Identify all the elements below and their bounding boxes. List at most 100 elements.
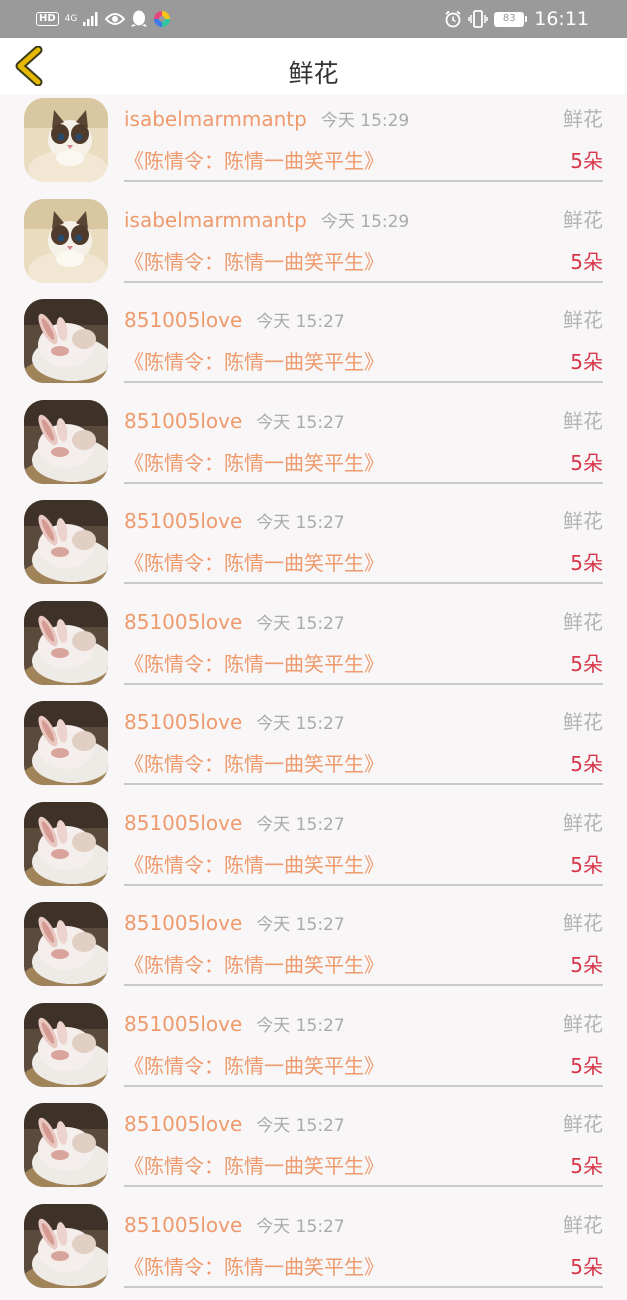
username[interactable]: 851005love今天 15:27: [124, 1109, 345, 1141]
network-badge: 4G: [65, 15, 78, 24]
bunny-avatar[interactable]: [24, 802, 108, 886]
username-text[interactable]: 851005love: [124, 911, 242, 935]
hd-badge: HD: [36, 12, 59, 26]
username[interactable]: 851005love今天 15:27: [124, 707, 345, 739]
username[interactable]: isabelmarmmantp今天 15:29: [124, 205, 409, 237]
username[interactable]: 851005love 今天 15:27: [124, 406, 345, 438]
gift-type-label: 鲜花: [563, 808, 603, 838]
work-title-link[interactable]: 《陈情令：陈情一曲笑平生》: [124, 146, 384, 176]
username[interactable]: 851005love今天 15:27: [124, 808, 345, 840]
eye-icon: [105, 12, 125, 26]
list-item[interactable]: 851005love 今天 15:27 鲜花《陈情令：陈情一曲笑平生》 5朵: [0, 898, 627, 999]
work-title-link[interactable]: 《陈情令：陈情一曲笑平生》: [124, 850, 384, 880]
list-item[interactable]: isabelmarmmantp今天 15:29 鲜花《陈情令：陈情一曲笑平生》 5朵: [0, 195, 627, 296]
gift-count: 5朵: [570, 850, 603, 880]
list-item[interactable]: 851005love今天 15:27鲜花《陈情令：陈情一曲笑平生》5朵: [0, 1099, 627, 1200]
row-divider: [124, 482, 603, 484]
header-bar: 鲜花: [0, 38, 627, 94]
gift-count: 5朵: [570, 247, 603, 277]
username-text[interactable]: isabelmarmmantp: [124, 208, 307, 232]
username[interactable]: isabelmarmmantp今天 15:29: [124, 104, 409, 136]
username-text[interactable]: 851005love: [124, 811, 242, 835]
username-text[interactable]: 851005love: [124, 610, 242, 634]
signal-icon: [83, 12, 99, 26]
row-divider: [124, 180, 603, 182]
username-text[interactable]: isabelmarmmantp: [124, 107, 307, 131]
username[interactable]: 851005love 今天 15:27: [124, 506, 345, 538]
bunny-avatar[interactable]: [24, 701, 108, 785]
list-item[interactable]: 851005love今天 15:27鲜花《陈情令：陈情一曲笑平生》5朵: [0, 697, 627, 798]
battery-indicator: 83: [494, 12, 524, 27]
row-divider: [124, 281, 603, 283]
timestamp: 今天 15:27: [256, 1016, 344, 1036]
row-divider: [124, 884, 603, 886]
page-title: 鲜花: [0, 56, 627, 92]
alarm-icon: [444, 10, 462, 28]
cat-avatar[interactable]: [24, 199, 108, 283]
status-right: 83 16:11: [444, 7, 589, 31]
bunny-avatar[interactable]: [24, 1003, 108, 1087]
work-title-link[interactable]: 《陈情令：陈情一曲笑平生》: [124, 1252, 384, 1282]
timestamp: 今天 15:27: [256, 513, 344, 533]
work-title-link[interactable]: 《陈情令：陈情一曲笑平生》: [124, 749, 384, 779]
username-text[interactable]: 851005love: [124, 710, 242, 734]
work-title-link[interactable]: 《陈情令：陈情一曲笑平生》: [124, 347, 384, 377]
gift-type-label: 鲜花: [563, 908, 603, 938]
gift-type-label: 鲜花: [563, 1009, 603, 1039]
gift-count: 5朵: [570, 1051, 603, 1081]
gift-count: 5朵: [570, 649, 603, 679]
work-title-link[interactable]: 《陈情令：陈情一曲笑平生》: [124, 548, 384, 578]
gift-count: 5朵: [570, 146, 603, 176]
bunny-avatar[interactable]: [24, 299, 108, 383]
bunny-avatar[interactable]: [24, 1204, 108, 1288]
list-item[interactable]: 851005love 今天 15:27 鲜花《陈情令：陈情一曲笑平生》 5朵: [0, 999, 627, 1100]
username[interactable]: 851005love 今天 15:27: [124, 908, 345, 940]
gift-count: 5朵: [570, 548, 603, 578]
work-title-link[interactable]: 《陈情令：陈情一曲笑平生》: [124, 448, 384, 478]
gift-count: 5朵: [570, 1252, 603, 1282]
username[interactable]: 851005love今天 15:27: [124, 607, 345, 639]
username[interactable]: 851005love 今天 15:27: [124, 1009, 345, 1041]
gift-type-label: 鲜花: [563, 104, 603, 134]
list-item[interactable]: 851005love今天 15:27鲜花《陈情令：陈情一曲笑平生》5朵: [0, 295, 627, 396]
timestamp: 今天 15:27: [256, 413, 344, 433]
list-item[interactable]: 851005love今天 15:27鲜花《陈情令：陈情一曲笑平生》5朵: [0, 1200, 627, 1300]
gift-type-label: 鲜花: [563, 406, 603, 436]
username-text[interactable]: 851005love: [124, 1112, 242, 1136]
username-text[interactable]: 851005love: [124, 308, 242, 332]
bunny-avatar[interactable]: [24, 601, 108, 685]
gift-type-label: 鲜花: [563, 1109, 603, 1139]
username-text[interactable]: 851005love: [124, 509, 242, 533]
row-divider: [124, 1185, 603, 1187]
username[interactable]: 851005love 今天 15:27: [124, 305, 345, 337]
row-divider: [124, 1286, 603, 1288]
list-item[interactable]: 851005love今天 15:27鲜花《陈情令：陈情一曲笑平生》5朵: [0, 396, 627, 497]
list-item[interactable]: 851005love 今天 15:27 鲜花《陈情令：陈情一曲笑平生》 5朵: [0, 496, 627, 597]
bunny-avatar[interactable]: [24, 902, 108, 986]
username-text[interactable]: 851005love: [124, 409, 242, 433]
gift-type-label: 鲜花: [563, 305, 603, 335]
timestamp: 今天 15:27: [256, 915, 344, 935]
bunny-avatar[interactable]: [24, 500, 108, 584]
cat-avatar[interactable]: [24, 98, 108, 182]
timestamp: 今天 15:27: [256, 312, 344, 332]
bunny-avatar[interactable]: [24, 400, 108, 484]
username[interactable]: 851005love 今天 15:27: [124, 1210, 345, 1242]
app-logo-icon: [153, 10, 171, 28]
bunny-avatar[interactable]: [24, 1103, 108, 1187]
timestamp: 今天 15:27: [256, 1217, 344, 1237]
work-title-link[interactable]: 《陈情令：陈情一曲笑平生》: [124, 950, 384, 980]
username-text[interactable]: 851005love: [124, 1012, 242, 1036]
work-title-link[interactable]: 《陈情令：陈情一曲笑平生》: [124, 1051, 384, 1081]
work-title-link[interactable]: 《陈情令：陈情一曲笑平生》: [124, 247, 384, 277]
gift-list: isabelmarmmantp今天 15:29鲜花《陈情令：陈情一曲笑平生》5朵…: [0, 94, 627, 1300]
gift-type-label: 鲜花: [563, 205, 603, 235]
list-item[interactable]: 851005love今天 15:27 鲜花《陈情令：陈情一曲笑平生》 5朵: [0, 798, 627, 899]
gift-type-label: 鲜花: [563, 506, 603, 536]
gift-count: 5朵: [570, 950, 603, 980]
work-title-link[interactable]: 《陈情令：陈情一曲笑平生》: [124, 1151, 384, 1181]
list-item[interactable]: 851005love今天 15:27鲜花《陈情令：陈情一曲笑平生》5朵: [0, 597, 627, 698]
list-item[interactable]: isabelmarmmantp今天 15:29 鲜花《陈情令：陈情一曲笑平生》 5朵: [0, 94, 627, 195]
work-title-link[interactable]: 《陈情令：陈情一曲笑平生》: [124, 649, 384, 679]
username-text[interactable]: 851005love: [124, 1213, 242, 1237]
